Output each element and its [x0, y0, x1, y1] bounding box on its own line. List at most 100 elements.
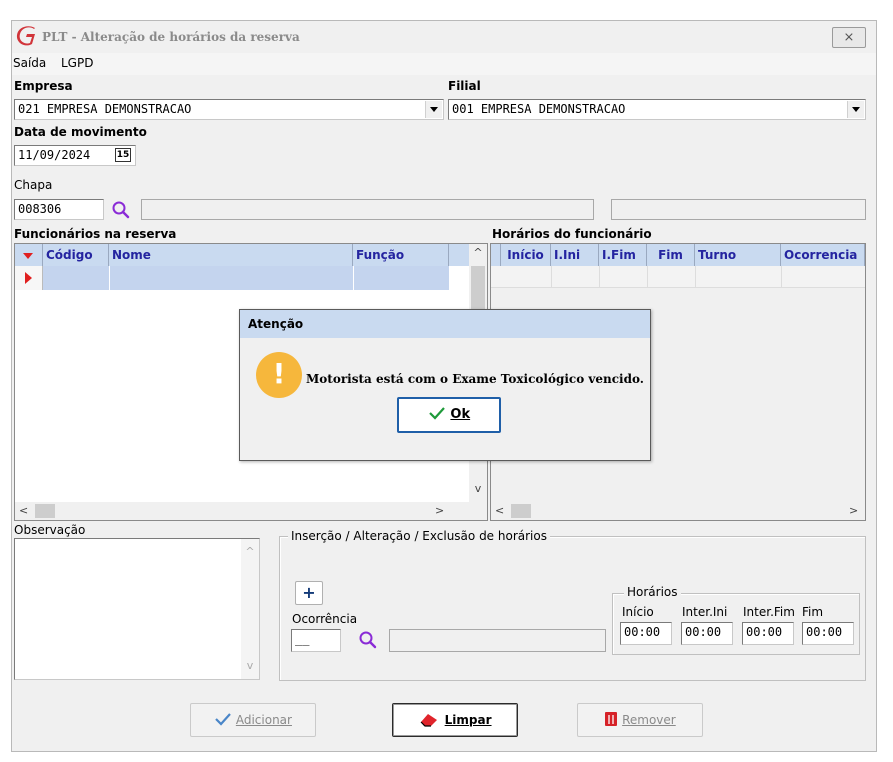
- menu-bar: Saída LGPD: [12, 53, 876, 75]
- cell-divider: [551, 266, 552, 288]
- inicio-value: 00:00: [624, 625, 661, 639]
- ocorrencia-input[interactable]: __: [291, 629, 341, 652]
- scroll-left-icon[interactable]: <: [495, 504, 504, 517]
- horizontal-scrollbar[interactable]: < >: [491, 502, 865, 520]
- calendar-icon[interactable]: 15: [115, 148, 131, 162]
- menu-saida[interactable]: Saída: [13, 56, 46, 70]
- data-movimento-label: Data de movimento: [14, 125, 147, 139]
- empresa-value: 021 EMPRESA DEMONSTRACAO: [18, 102, 192, 116]
- scroll-thumb-h[interactable]: [511, 504, 531, 518]
- observacao-textarea[interactable]: ^ v: [14, 538, 260, 680]
- column-i-ini[interactable]: I.Ini: [551, 244, 599, 266]
- scroll-up-icon[interactable]: ^: [241, 545, 259, 558]
- limpar-button[interactable]: Limpar: [392, 703, 518, 737]
- dialog-message: Motorista está com o Exame Toxicológico …: [306, 372, 644, 386]
- header-indicator: [15, 244, 43, 266]
- observacao-label: Observação: [14, 523, 86, 537]
- column-i-fim[interactable]: I.Fim: [599, 244, 647, 266]
- cell-divider: [353, 266, 354, 290]
- title-bar: PLT - Alteração de horários da reserva ⨯: [12, 21, 876, 53]
- inter-ini-label: Inter.Ini: [682, 605, 728, 619]
- column-fim[interactable]: Fim: [647, 244, 695, 266]
- window-title: PLT - Alteração de horários da reserva: [42, 30, 300, 44]
- cell-divider: [695, 266, 696, 288]
- chapa-input[interactable]: 008306: [14, 199, 104, 220]
- eraser-icon: [421, 714, 438, 727]
- cell-divider: [647, 266, 648, 288]
- column-turno[interactable]: Turno: [695, 244, 781, 266]
- row-indicator: [15, 266, 43, 290]
- column-nome[interactable]: Nome: [109, 244, 353, 266]
- inter-fim-label: Inter.Fim: [743, 605, 795, 619]
- menu-lgpd[interactable]: LGPD: [61, 56, 93, 70]
- ocorrencia-value: __: [295, 632, 310, 646]
- inter-fim-value: 00:00: [746, 625, 783, 639]
- search-icon[interactable]: [358, 630, 378, 650]
- column-funcao[interactable]: Função: [353, 244, 449, 266]
- inicio-input[interactable]: 00:00: [620, 622, 672, 645]
- inicio-label: Início: [622, 605, 654, 619]
- chapa-value: 008306: [18, 202, 62, 216]
- filial-value: 001 EMPRESA DEMONSTRACAO: [452, 102, 626, 116]
- chevron-down-icon[interactable]: [847, 101, 864, 118]
- horarios-header: Início I.Ini I.Fim Fim Turno Ocorrencia: [491, 244, 865, 266]
- check-icon: [429, 407, 445, 420]
- horizontal-scrollbar[interactable]: < >: [15, 502, 487, 520]
- cell-divider: [599, 266, 600, 288]
- ok-button[interactable]: Ok: [397, 397, 501, 433]
- horarios-func-title: Horários do funcionário: [492, 227, 652, 241]
- fim-value: 00:00: [806, 625, 843, 639]
- remover-label: Remover: [622, 713, 676, 727]
- horarios-legend: Horários: [624, 585, 681, 599]
- data-movimento-value: 11/09/2024: [18, 148, 91, 162]
- column-inicio[interactable]: Início: [501, 244, 551, 266]
- close-button[interactable]: ⨯: [832, 27, 866, 48]
- plus-icon: +: [302, 583, 316, 602]
- empresa-label: Empresa: [14, 79, 73, 93]
- warning-icon: !: [256, 352, 302, 398]
- scroll-down-icon[interactable]: v: [241, 659, 259, 672]
- check-icon: [215, 713, 231, 726]
- column-ocorrencia[interactable]: Ocorrencia: [781, 244, 865, 266]
- adicionar-label: Adicionar: [235, 713, 292, 727]
- scroll-down-icon[interactable]: v: [469, 482, 487, 495]
- close-icon: ⨯: [843, 30, 855, 45]
- ocorrencia-desc-field: [389, 629, 606, 652]
- column-codigo[interactable]: Código: [43, 244, 109, 266]
- attention-dialog: Atenção ! Motorista está com o Exame Tox…: [239, 309, 651, 461]
- chapa-extra-field: [611, 199, 866, 220]
- fim-label: Fim: [802, 605, 824, 619]
- funcionarios-title: Funcionários na reserva: [14, 227, 177, 241]
- remover-button[interactable]: Remover: [577, 703, 703, 737]
- scroll-left-icon[interactable]: <: [19, 504, 28, 517]
- scroll-thumb-h[interactable]: [35, 504, 55, 518]
- table-row[interactable]: [491, 266, 865, 288]
- inter-ini-input[interactable]: 00:00: [681, 622, 733, 645]
- filial-label: Filial: [448, 79, 481, 93]
- empresa-select[interactable]: 021 EMPRESA DEMONSTRACAO: [14, 99, 444, 120]
- inter-fim-input[interactable]: 00:00: [742, 622, 794, 645]
- insercao-legend: Inserção / Alteração / Exclusão de horár…: [288, 529, 550, 543]
- table-row[interactable]: [15, 266, 469, 290]
- dialog-title: Atenção: [240, 310, 650, 338]
- fim-input[interactable]: 00:00: [802, 622, 854, 645]
- cell-divider: [109, 266, 110, 290]
- limpar-label: Limpar: [444, 713, 492, 727]
- selected-row-cells[interactable]: [43, 266, 449, 290]
- adicionar-button[interactable]: Adicionar: [190, 703, 316, 737]
- vertical-scrollbar[interactable]: ^ v: [241, 539, 259, 679]
- scroll-right-icon[interactable]: >: [849, 504, 858, 517]
- data-movimento-field[interactable]: 11/09/2024 15: [14, 145, 136, 166]
- inter-ini-value: 00:00: [685, 625, 722, 639]
- current-row-icon: [25, 272, 32, 284]
- chevron-down-icon[interactable]: [425, 101, 442, 118]
- header-spacer: [491, 244, 501, 266]
- add-ocorrencia-button[interactable]: +: [295, 581, 323, 605]
- trash-icon: [605, 712, 618, 726]
- scroll-up-icon[interactable]: ^: [469, 246, 487, 259]
- scroll-right-icon[interactable]: >: [435, 504, 444, 517]
- filial-select[interactable]: 001 EMPRESA DEMONSTRACAO: [448, 99, 866, 120]
- search-icon[interactable]: [111, 200, 131, 220]
- ok-label: Ok: [450, 407, 471, 422]
- cell-divider: [781, 266, 782, 288]
